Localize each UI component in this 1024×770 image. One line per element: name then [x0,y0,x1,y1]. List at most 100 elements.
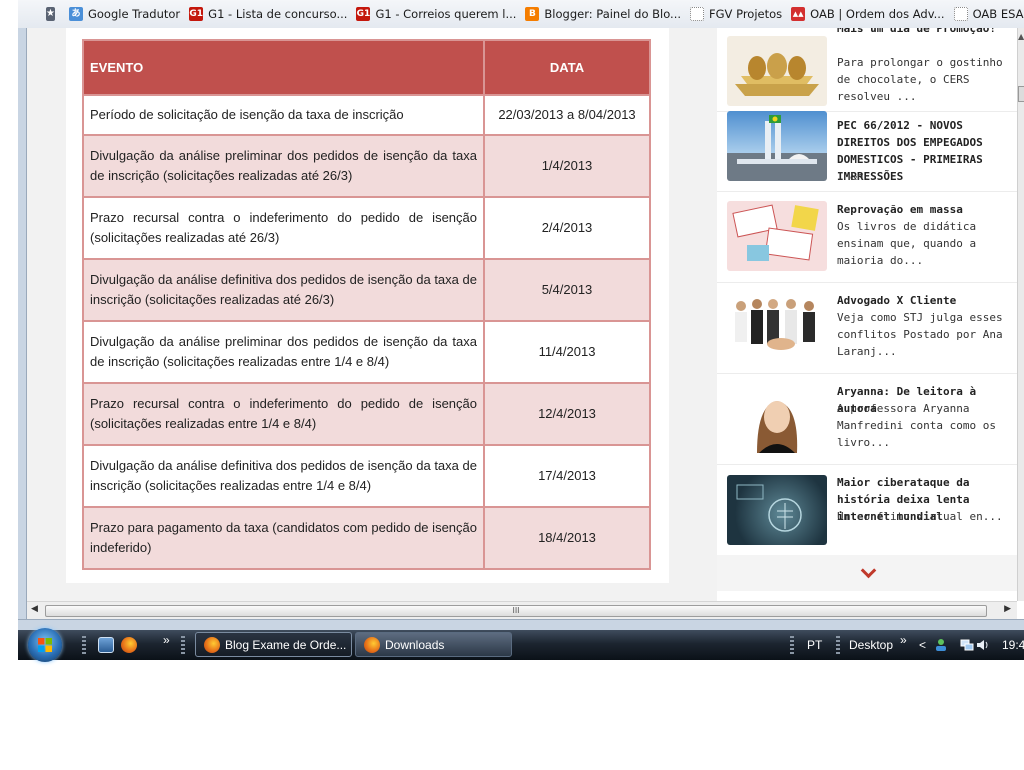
post-excerpt: I &n... [837,170,884,183]
scroll-up-arrow-icon[interactable]: ▲ [1018,32,1024,41]
date-cell: 11/4/2013 [483,320,651,384]
recent-post[interactable]: Aryanna: De leitora à autora A professor… [717,373,1017,465]
post-title[interactable]: Reprovação em massa [837,201,1017,218]
event-cell: Prazo recursal contra o indeferimento do… [82,382,485,446]
post-title[interactable]: Advogado X Cliente [837,292,1017,309]
toolbar-grip[interactable] [82,636,86,654]
post-excerpt: Para prolongar o gostinho de chocolate, … [837,56,1003,103]
bookmark-label: FGV Projetos [709,7,783,21]
lawyer-client-handshake-thumbnail[interactable] [727,292,827,362]
author-portrait-thumbnail[interactable] [727,383,827,453]
bookmarks-menu-icon[interactable]: ★ [46,7,55,21]
bookmark-label: Google Tradutor [87,7,181,21]
bookmark-fgv-projetos[interactable]: FGV Projetos [690,7,782,21]
bookmark-g1-correios[interactable]: G1 G1 - Correios querem l... [356,7,516,21]
bookmark-oab[interactable]: ▲▲ OAB | Ordem dos Adv... [791,7,945,21]
failed-exam-papers-thumbnail[interactable] [727,201,827,271]
desktop-toolbar-overflow[interactable]: » [900,633,907,647]
network-user-icon[interactable] [934,638,948,652]
bookmarks-bar: ★ あ Google Tradutor G1 G1 - Lista de con… [18,0,1024,29]
bookmark-oab-esa[interactable]: OAB ESA [953,7,1024,21]
show-hidden-icons-button[interactable]: < [919,638,926,652]
bookmark-label: Blogger: Painel do Blo... [544,7,682,21]
start-button[interactable] [28,628,62,662]
bookmark-label: G1 - Lista de concurso... [208,7,348,21]
date-cell: 12/4/2013 [483,382,651,446]
chocolate-eggs-thumbnail[interactable] [727,36,827,106]
date-cell: 17/4/2013 [483,444,651,508]
recent-post[interactable]: Advogado X Cliente Veja como STJ julga e… [717,282,1017,374]
desktop-toolbar-label[interactable]: Desktop [849,638,893,652]
more-posts-bar [717,555,1017,591]
event-cell: Divulgação da análise preliminar dos ped… [82,320,485,384]
vertical-scrollbar[interactable]: ▲ [1017,28,1024,601]
taskbar: » Blog Exame de Orde... Downloads PT Des… [18,628,1024,662]
bookmark-g1-concursos[interactable]: G1 G1 - Lista de concurso... [189,7,347,21]
table-row: Período de solicitação de isenção da tax… [82,94,651,136]
table-row: Divulgação da análise preliminar dos ped… [82,134,651,198]
post-content: EVENTO DATA Período de solicitação de is… [66,28,669,583]
recent-posts-sidebar: Mais um dia de Promoção! Para prolongar … [717,28,1017,601]
table-row: Prazo para pagamento da taxa (candidatos… [82,506,651,570]
volume-icon[interactable] [976,638,990,652]
page-viewport: EVENTO DATA Período de solicitação de is… [27,28,1017,601]
date-cell: 18/4/2013 [483,506,651,570]
network-icon[interactable] [960,638,974,652]
firefox-quicklaunch-icon[interactable] [121,637,137,653]
congress-building-thumbnail[interactable] [727,111,827,181]
g1-icon: G1 [356,7,371,21]
date-cell: 2/4/2013 [483,196,651,260]
toolbar-grip[interactable] [836,636,840,654]
event-cell: Prazo para pagamento da taxa (candidatos… [82,506,485,570]
toolbar-grip[interactable] [790,636,794,654]
table-row: Prazo recursal contra o indeferimento do… [82,382,651,446]
blogger-icon: B [525,7,540,21]
cyberattack-thumbnail[interactable] [727,475,827,545]
taskbar-button-downloads[interactable]: Downloads [355,632,512,657]
recent-post[interactable]: PEC 66/2012 - NOVOS DIREITOS DOS EMPEGAD… [717,111,1017,192]
show-desktop-icon[interactable] [98,637,114,653]
toolbar-grip[interactable] [181,636,185,654]
table-header-row: EVENTO DATA [82,39,651,96]
taskbar-button-label: Downloads [385,637,445,652]
bookmark-label: OAB | Ordem dos Adv... [810,7,945,21]
date-cell: 1/4/2013 [483,134,651,198]
event-cell: Período de solicitação de isenção da tax… [82,94,485,136]
scroll-right-arrow-icon[interactable]: ▶ [1004,604,1011,614]
post-excerpt: Os livros de didática ensinam que, quand… [837,220,977,267]
event-cell: Divulgação da análise preliminar dos ped… [82,134,485,198]
table-row: Divulgação da análise definitiva dos ped… [82,258,651,322]
blank-page-icon [690,7,705,21]
bookmark-blogger[interactable]: B Blogger: Painel do Blo... [525,7,681,21]
chevron-down-icon[interactable] [860,562,877,579]
taskbar-button-blog[interactable]: Blog Exame de Orde... [195,632,352,657]
date-cell: 5/4/2013 [483,258,651,322]
bookmark-label: G1 - Correios querem l... [375,7,517,21]
translate-icon: あ [68,7,83,21]
horizontal-scrollbar[interactable]: ◀ III ▶ [27,601,1017,619]
post-title[interactable]: Mais um dia de Promoção! [837,28,1017,37]
column-header-event: EVENTO [82,39,485,96]
bookmark-google-tradutor[interactable]: あ Google Tradutor [68,7,181,21]
post-excerpt: Veja como STJ julga esses conflitos Post… [837,311,1003,358]
recent-post[interactable]: Reprovação em massa Os livros de didátic… [717,191,1017,283]
table-row: Divulgação da análise definitiva dos ped… [82,444,651,508]
horizontal-scroll-thumb[interactable]: III [45,605,987,617]
taskbar-button-label: Blog Exame de Orde... [225,637,347,652]
quicklaunch-overflow-button[interactable]: » [163,633,170,647]
date-cell: 22/03/2013 a 8/04/2013 [483,94,651,136]
scroll-left-arrow-icon[interactable]: ◀ [31,604,38,614]
vertical-scroll-thumb[interactable] [1018,86,1024,102]
language-indicator[interactable]: PT [807,638,822,652]
firefox-icon [204,636,220,653]
recent-post[interactable]: Mais um dia de Promoção! Para prolongar … [717,28,1017,112]
blank-page-icon [953,7,968,21]
event-cell: Divulgação da análise definitiva dos ped… [82,444,485,508]
table-row: Divulgação da análise preliminar dos ped… [82,320,651,384]
clock[interactable]: 19:49 [1002,638,1024,652]
post-excerpt: A professora Aryanna Manfredini conta co… [837,402,996,449]
recent-post[interactable]: Maior ciberataque da história deixa lent… [717,464,1017,555]
oab-icon: ▲▲ [791,7,806,21]
post-excerpt: Um conflito virtual en... [837,510,1003,523]
events-table: EVENTO DATA Período de solicitação de is… [82,39,651,570]
